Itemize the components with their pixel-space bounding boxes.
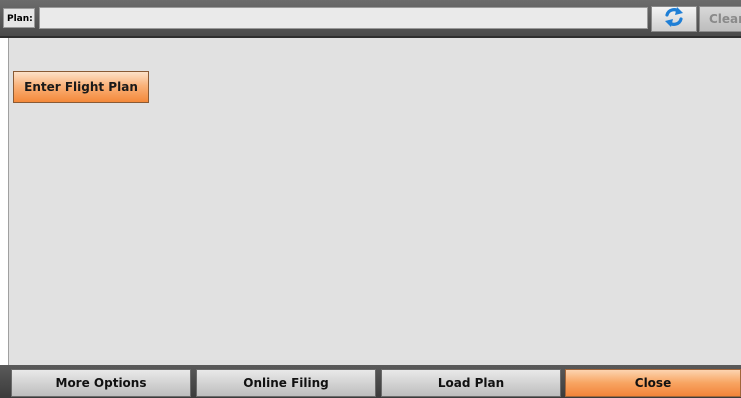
online-filing-button[interactable]: Online Filing bbox=[196, 369, 376, 397]
plan-label: Plan: bbox=[3, 8, 35, 28]
clear-button[interactable]: Clear bbox=[699, 6, 741, 32]
flight-plan-window: Plan: Clear Enter Flight Plan More Optio… bbox=[0, 0, 741, 398]
more-options-button[interactable]: More Options bbox=[11, 369, 191, 397]
refresh-button[interactable] bbox=[651, 6, 697, 32]
load-plan-button[interactable]: Load Plan bbox=[381, 369, 561, 397]
refresh-icon bbox=[663, 6, 685, 32]
plan-toolbar: Plan: Clear bbox=[0, 0, 741, 38]
plan-input[interactable] bbox=[39, 7, 648, 29]
enter-flight-plan-button[interactable]: Enter Flight Plan bbox=[13, 71, 149, 103]
flight-plan-panel: Enter Flight Plan bbox=[8, 38, 741, 365]
bottom-action-bar: More Options Online Filing Load Plan Clo… bbox=[0, 365, 741, 398]
close-button[interactable]: Close bbox=[565, 369, 741, 397]
